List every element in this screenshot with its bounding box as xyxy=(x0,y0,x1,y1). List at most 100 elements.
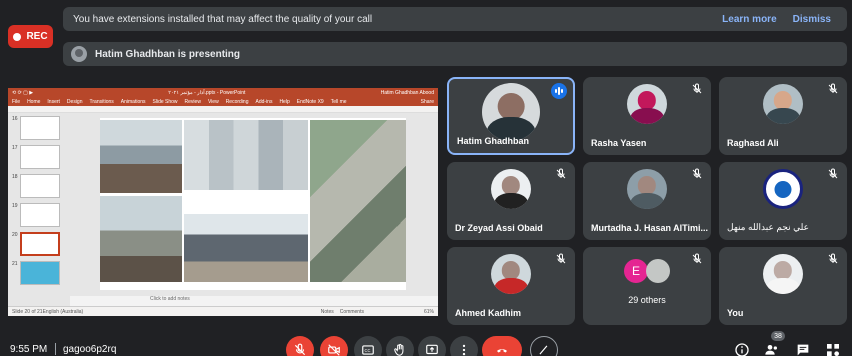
menu-review: Review xyxy=(184,98,201,105)
slide-photo-panels xyxy=(184,214,308,282)
slide-number: 20 xyxy=(12,232,18,238)
participant-tile[interactable]: Murtadha J. Hasan AlTimi... xyxy=(583,162,711,240)
current-slide xyxy=(100,118,406,290)
captions-button[interactable]: CC xyxy=(354,336,382,356)
slide-thumbnail-image xyxy=(19,261,60,285)
participant-avatar xyxy=(627,84,667,125)
powerpoint-user-name: Hatim Ghadhban Abood xyxy=(380,89,434,96)
others-photo-avatar xyxy=(646,259,670,283)
participant-video xyxy=(482,82,540,141)
others-tile[interactable]: E 29 others xyxy=(583,247,711,325)
activities-icon[interactable] xyxy=(825,342,841,356)
participant-tile[interactable]: علي نجم عبدالله منهل xyxy=(719,162,847,240)
others-count-label: 29 others xyxy=(628,295,666,305)
powerpoint-quick-access: ⟲ ⟳ ▢ ▶ xyxy=(12,89,34,96)
mic-off-icon xyxy=(828,83,838,94)
participant-count-badge: 38 xyxy=(771,331,785,341)
present-icon xyxy=(426,344,438,355)
chat-icon[interactable] xyxy=(795,342,811,356)
present-now-button[interactable] xyxy=(418,336,446,356)
recording-label: REC xyxy=(26,31,48,42)
mic-off-icon xyxy=(556,168,566,179)
speaking-indicator-icon xyxy=(551,83,567,99)
annotate-button[interactable] xyxy=(530,336,558,356)
menu-animations: Animations xyxy=(120,98,146,105)
slide-thumbnail: 16 xyxy=(12,116,66,140)
participant-tile[interactable]: Hatim Ghadhban xyxy=(447,77,575,155)
participant-body xyxy=(494,278,528,295)
slide-photo-aerial xyxy=(310,120,406,282)
current-time: 9:55 PM xyxy=(10,344,48,355)
learn-more-link[interactable]: Learn more xyxy=(722,14,776,25)
slide-thumbnail-image xyxy=(19,145,60,169)
slide-thumbnail: 18 xyxy=(12,174,66,198)
participant-tile[interactable]: Ahmed Kadhim xyxy=(447,247,575,325)
people-icon[interactable] xyxy=(764,342,780,356)
participant-tile[interactable]: Rasha Yasen xyxy=(583,77,711,155)
comments-toggle: Comments xyxy=(339,308,364,315)
participant-head xyxy=(637,91,657,110)
university-logo-icon xyxy=(774,180,792,198)
share-label: Share xyxy=(420,98,434,105)
participant-avatar xyxy=(763,169,803,210)
powerpoint-menu: File Home Insert Design Transitions Anim… xyxy=(8,97,438,106)
participant-tile[interactable]: Dr Zeyad Assi Obaid xyxy=(447,162,575,240)
participant-name: Ahmed Kadhim xyxy=(455,308,522,318)
slide-photo-group xyxy=(100,196,182,282)
camera-off-icon xyxy=(328,344,340,356)
participant-avatar xyxy=(627,169,667,210)
bottom-control-bar: 9:55 PM gagoo6p2rq CC 38 xyxy=(0,330,852,356)
mic-off-icon xyxy=(294,343,306,356)
leave-call-button[interactable] xyxy=(482,336,522,356)
participant-tile[interactable]: Raghasd Ali xyxy=(719,77,847,155)
dismiss-button[interactable]: Dismiss xyxy=(793,14,831,25)
slide-number: 19 xyxy=(12,203,18,209)
participant-body xyxy=(494,193,528,210)
meeting-code: gagoo6p2rq xyxy=(63,344,117,355)
menu-help: Help xyxy=(279,98,290,105)
self-tile[interactable]: You xyxy=(719,247,847,325)
slide-thumbnail-image xyxy=(19,174,60,198)
slide-thumbnail-image xyxy=(19,116,60,140)
others-initial-avatar: E xyxy=(624,259,648,283)
powerpoint-workspace: 16 17 18 19 20 21 Click to add notes xyxy=(8,113,438,306)
extensions-banner-text: You have extensions installed that may a… xyxy=(73,13,373,25)
participant-body xyxy=(630,193,664,210)
camera-toggle-button[interactable] xyxy=(320,336,348,356)
notes-toggle: Notes xyxy=(320,308,334,315)
raise-hand-button[interactable] xyxy=(386,336,414,356)
meet-window: REC You have extensions installed that m… xyxy=(0,0,852,356)
participant-head xyxy=(773,261,793,280)
slide-thumbnail: 21 xyxy=(12,261,66,285)
menu-tell-me: Tell me xyxy=(330,98,347,105)
slide-number: 16 xyxy=(12,116,18,122)
participant-head xyxy=(773,91,793,110)
participant-avatar xyxy=(763,84,803,125)
menu-recording: Recording xyxy=(225,98,249,105)
menu-slide-show: Slide Show xyxy=(152,98,178,105)
mic-off-icon xyxy=(828,168,838,179)
more-options-button[interactable] xyxy=(450,336,478,356)
slide-notes: Click to add notes xyxy=(70,296,438,306)
record-dot-icon xyxy=(13,32,22,41)
slide-photo-inverters xyxy=(184,120,308,190)
menu-endnote: EndNote X9 xyxy=(296,98,324,105)
info-icon[interactable] xyxy=(734,342,750,356)
recording-indicator: REC xyxy=(8,25,53,48)
menu-view: View xyxy=(207,98,219,105)
powerpoint-ribbon xyxy=(8,106,438,113)
shared-screen[interactable]: ⟲ ⟳ ▢ ▶ ۲۰۲۱ آذار - مؤتمر.pptx - PowerPo… xyxy=(8,88,438,316)
participant-body xyxy=(766,278,800,295)
participant-head xyxy=(501,261,521,280)
microphone-toggle-button[interactable] xyxy=(286,336,314,356)
slide-counter: Slide 20 of 21 xyxy=(12,308,43,315)
presenter-avatar xyxy=(71,46,87,62)
divider xyxy=(55,343,56,355)
mic-off-icon xyxy=(692,253,702,264)
menu-home: Home xyxy=(27,98,41,105)
participant-name: Dr Zeyad Assi Obaid xyxy=(455,223,543,233)
mic-off-icon xyxy=(692,83,702,94)
svg-text:CC: CC xyxy=(365,348,371,353)
participant-avatar xyxy=(491,254,531,295)
powerpoint-title-bar: ⟲ ⟳ ▢ ▶ ۲۰۲۱ آذار - مؤتمر.pptx - PowerPo… xyxy=(8,88,438,97)
